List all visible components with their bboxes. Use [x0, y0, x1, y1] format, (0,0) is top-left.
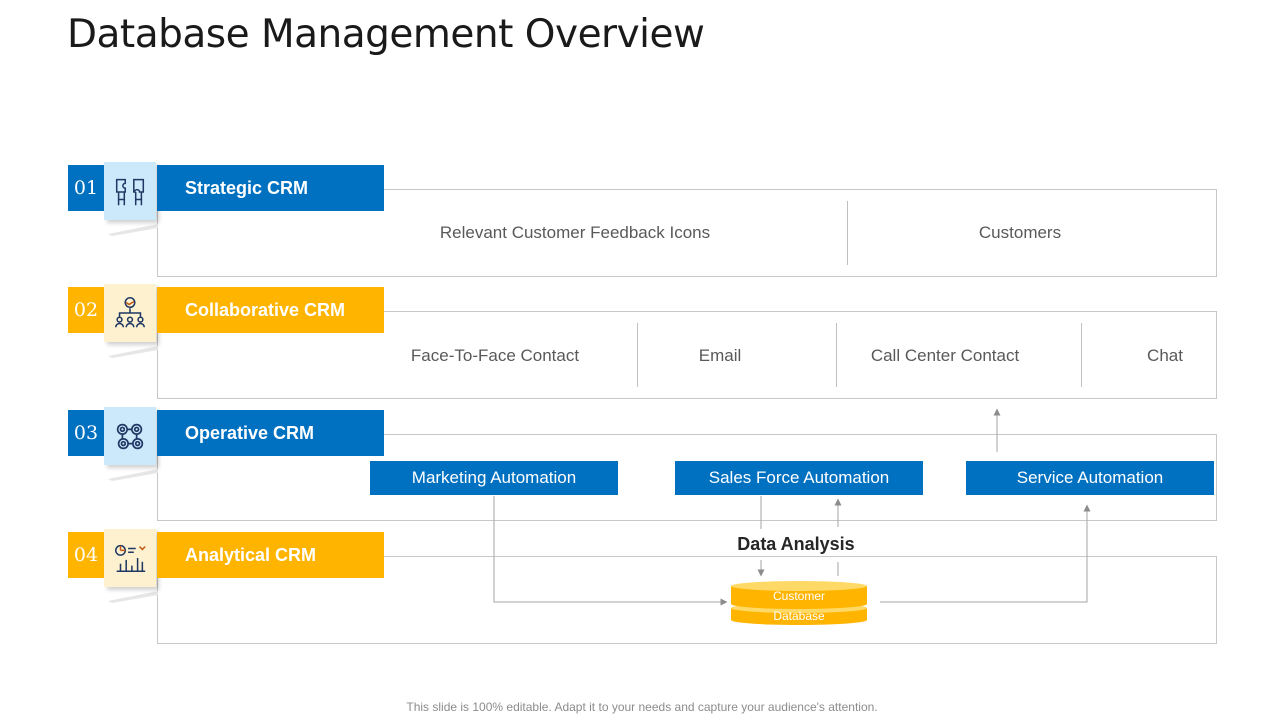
data-analysis-label: Data Analysis: [737, 534, 855, 554]
marketing-automation-box: Marketing Automation: [370, 461, 618, 495]
service-automation-box: Service Automation: [966, 461, 1214, 495]
flow-connectors: [493, 408, 1091, 625]
database-to-service-arrow: [880, 504, 1091, 603]
marketing-to-database-arrow: [493, 496, 728, 606]
database-label-line2: Database: [773, 609, 825, 623]
database-label-line1: Customer: [772, 589, 826, 603]
sales-force-automation-box: Sales Force Automation: [675, 461, 923, 495]
footer-note: This slide is 100% editable. Adapt it to…: [406, 700, 878, 714]
